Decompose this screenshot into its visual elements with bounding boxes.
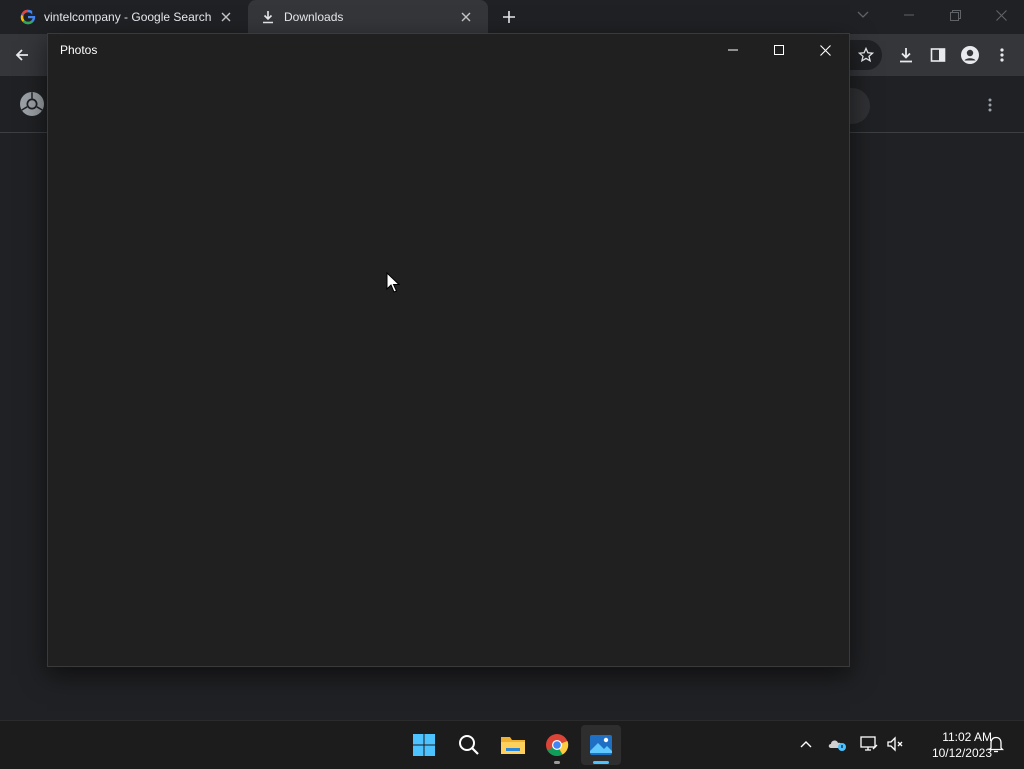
tab-search-icon[interactable] — [840, 0, 886, 30]
google-g-icon — [20, 9, 36, 25]
photos-window: Photos — [47, 33, 850, 667]
photos-window-title: Photos — [60, 43, 98, 57]
back-arrow-icon[interactable] — [8, 41, 36, 69]
network-icon[interactable] — [858, 733, 880, 755]
active-indicator — [593, 761, 609, 764]
notification-bell-icon[interactable] — [985, 733, 1007, 755]
new-tab-button[interactable] — [499, 7, 519, 27]
close-tab-icon[interactable] — [458, 9, 474, 25]
photos-minimize-icon[interactable] — [710, 34, 756, 66]
tab-google-search[interactable]: vintelcompany - Google Search — [0, 0, 248, 34]
start-icon[interactable] — [404, 725, 444, 765]
file-explorer-icon[interactable] — [493, 725, 533, 765]
more-actions-icon[interactable] — [976, 91, 1004, 119]
chrome-icon[interactable] — [537, 725, 577, 765]
photos-icon[interactable] — [581, 725, 621, 765]
chevron-up-icon[interactable] — [795, 733, 817, 755]
search-icon[interactable] — [449, 725, 489, 765]
volume-muted-icon[interactable] — [884, 733, 906, 755]
close-window-icon[interactable] — [978, 0, 1024, 30]
taskbar: 11:02 AM 10/12/2023 — [0, 720, 1024, 769]
restore-icon[interactable] — [932, 0, 978, 30]
tab-title: Downloads — [284, 10, 344, 24]
system-clock[interactable]: 11:02 AM 10/12/2023 — [912, 729, 992, 761]
downloads-icon[interactable] — [892, 41, 920, 69]
clock-time: 11:02 AM — [942, 730, 992, 744]
chrome-logo-icon — [18, 90, 46, 118]
mouse-cursor-icon — [386, 271, 401, 299]
photos-maximize-icon[interactable] — [756, 34, 802, 66]
side-panel-icon[interactable] — [924, 41, 952, 69]
tab-downloads[interactable]: Downloads — [248, 0, 488, 34]
onedrive-icon[interactable] — [826, 733, 848, 755]
tab-title: vintelcompany - Google Search — [44, 10, 212, 24]
photos-close-icon[interactable] — [802, 34, 848, 66]
clock-date: 10/12/2023 — [931, 746, 992, 760]
download-icon — [260, 9, 276, 25]
chrome-menu-icon[interactable] — [988, 41, 1016, 69]
running-indicator — [554, 761, 560, 764]
minimize-icon[interactable] — [886, 0, 932, 30]
browser-tab-strip: vintelcompany - Google Search Downloads — [0, 0, 1024, 34]
close-tab-icon[interactable] — [218, 9, 234, 25]
profile-icon[interactable] — [956, 41, 984, 69]
bookmark-star-icon[interactable] — [852, 41, 880, 69]
